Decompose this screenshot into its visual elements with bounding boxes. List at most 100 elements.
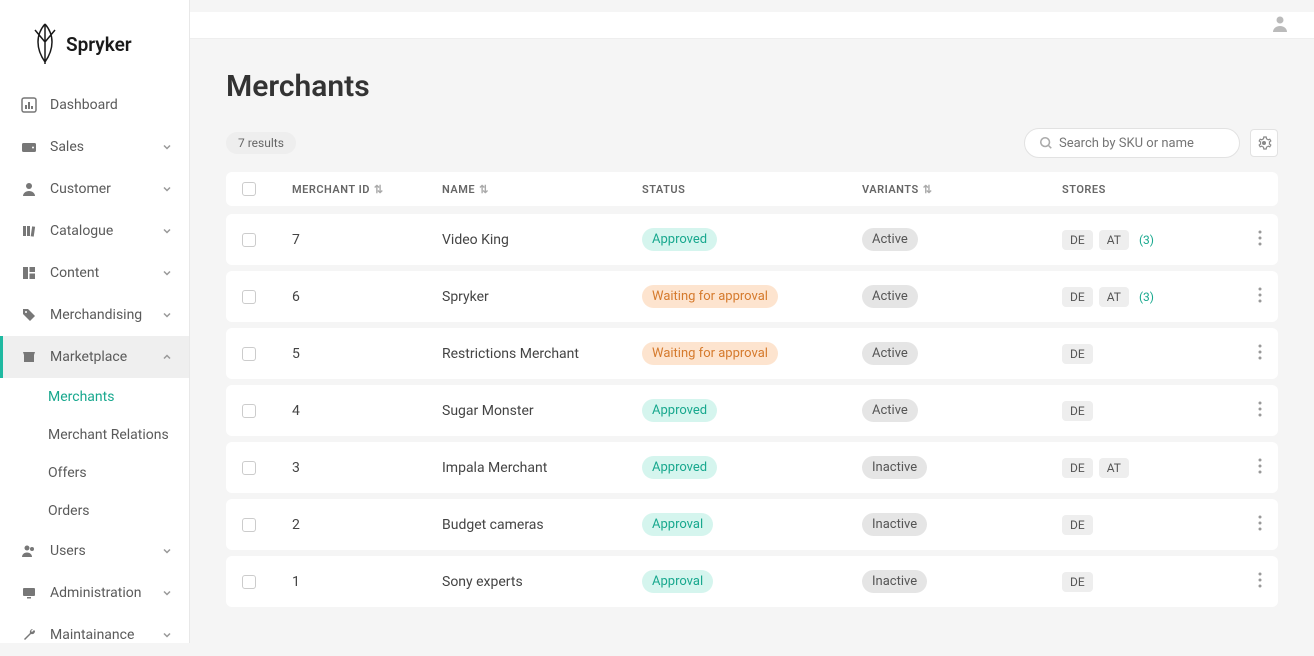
select-all-checkbox[interactable]	[242, 182, 256, 196]
user-icon	[20, 180, 38, 198]
cell-name: Impala Merchant	[442, 460, 642, 476]
row-checkbox[interactable]	[242, 233, 256, 247]
stores-more-link[interactable]: (3)	[1135, 230, 1158, 250]
sidebar-item-content[interactable]: Content	[0, 252, 189, 294]
row-actions-menu[interactable]	[1258, 458, 1262, 478]
dots-vertical-icon	[1258, 515, 1262, 531]
chevron-down-icon	[161, 183, 173, 195]
table-row: 4 Sugar Monster Approved Active DE	[226, 385, 1278, 436]
status-badge: Approval	[642, 513, 713, 536]
variant-badge: Inactive	[862, 570, 927, 593]
cell-name: Restrictions Merchant	[442, 346, 642, 362]
dots-vertical-icon	[1258, 344, 1262, 360]
table-row: 6 Spryker Waiting for approval Active DE…	[226, 271, 1278, 322]
sidebar-item-users[interactable]: Users	[0, 530, 189, 572]
sidebar: Spryker Dashboard Sales Customer Catalog…	[0, 0, 190, 643]
chevron-down-icon	[161, 309, 173, 321]
main-content: Merchants 7 results MERCHANT ID⇅ NAM	[190, 0, 1314, 643]
sidebar-item-label: Maintainance	[50, 627, 161, 643]
column-header-variants[interactable]: VARIANTS⇅	[862, 183, 1062, 196]
sidebar-subitem-orders[interactable]: Orders	[0, 492, 189, 530]
status-badge: Approved	[642, 228, 717, 251]
table-row: 2 Budget cameras Approval Inactive DE	[226, 499, 1278, 550]
sidebar-item-administration[interactable]: Administration	[0, 572, 189, 614]
cell-stores: DEAT	[1062, 458, 1232, 478]
row-actions-menu[interactable]	[1258, 572, 1262, 592]
status-badge: Waiting for approval	[642, 285, 778, 308]
row-checkbox[interactable]	[242, 461, 256, 475]
table-row: 7 Video King Approved Active DE AT (3)	[226, 214, 1278, 265]
search-input[interactable]	[1059, 136, 1225, 151]
row-actions-menu[interactable]	[1258, 344, 1262, 364]
cell-merchant-id: 4	[292, 403, 442, 419]
stores-more-link[interactable]: (3)	[1135, 287, 1158, 307]
sidebar-item-label: Marketplace	[50, 349, 161, 365]
sidebar-item-label: Merchandising	[50, 307, 161, 323]
sidebar-item-label: Customer	[50, 181, 161, 197]
brand-name: Spryker	[66, 33, 132, 56]
column-header-name[interactable]: NAME⇅	[442, 183, 642, 196]
row-checkbox[interactable]	[242, 404, 256, 418]
column-header-status[interactable]: STATUS	[642, 183, 862, 196]
results-count: 7 results	[226, 132, 296, 154]
cell-stores: DE	[1062, 572, 1232, 592]
sidebar-subitem-merchants[interactable]: Merchants	[0, 378, 189, 416]
books-icon	[20, 222, 38, 240]
row-checkbox[interactable]	[242, 290, 256, 304]
sidebar-subitem-offers[interactable]: Offers	[0, 454, 189, 492]
cell-stores: DE	[1062, 515, 1232, 535]
store-chip: DE	[1062, 515, 1093, 535]
variant-badge: Inactive	[862, 513, 927, 536]
sidebar-subitem-merchant-relations[interactable]: Merchant Relations	[0, 416, 189, 454]
row-checkbox[interactable]	[242, 518, 256, 532]
account-icon[interactable]	[1270, 13, 1290, 37]
dots-vertical-icon	[1258, 458, 1262, 474]
search-box[interactable]	[1024, 128, 1240, 158]
row-checkbox[interactable]	[242, 575, 256, 589]
cell-merchant-id: 1	[292, 574, 442, 590]
sidebar-item-label: Catalogue	[50, 223, 161, 239]
sidebar-item-merchandising[interactable]: Merchandising	[0, 294, 189, 336]
cell-name: Sony experts	[442, 574, 642, 590]
store-chip: DE	[1062, 458, 1093, 478]
cell-name: Budget cameras	[442, 517, 642, 533]
column-header-merchant-id[interactable]: MERCHANT ID⇅	[292, 183, 442, 196]
column-header-stores[interactable]: STORES	[1062, 183, 1232, 196]
sidebar-item-catalogue[interactable]: Catalogue	[0, 210, 189, 252]
cell-name: Video King	[442, 232, 642, 248]
chevron-down-icon	[161, 629, 173, 641]
row-actions-menu[interactable]	[1258, 230, 1262, 250]
wrench-icon	[20, 626, 38, 644]
variant-badge: Active	[862, 228, 918, 251]
chevron-down-icon	[161, 225, 173, 237]
status-badge: Waiting for approval	[642, 342, 778, 365]
sidebar-item-sales[interactable]: Sales	[0, 126, 189, 168]
row-actions-menu[interactable]	[1258, 401, 1262, 421]
row-actions-menu[interactable]	[1258, 287, 1262, 307]
cell-stores: DEAT(3)	[1062, 287, 1232, 307]
status-badge: Approved	[642, 399, 717, 422]
row-actions-menu[interactable]	[1258, 515, 1262, 535]
settings-button[interactable]	[1250, 129, 1278, 157]
row-checkbox[interactable]	[242, 347, 256, 361]
table-header: MERCHANT ID⇅ NAME⇅ STATUS VARIANTS⇅ STOR…	[226, 172, 1278, 206]
sidebar-item-customer[interactable]: Customer	[0, 168, 189, 210]
variant-badge: Active	[862, 285, 918, 308]
sidebar-item-marketplace[interactable]: Marketplace	[0, 336, 189, 378]
topbar	[190, 12, 1314, 39]
chart-bar-icon	[20, 96, 38, 114]
wallet-icon	[20, 138, 38, 156]
sidebar-item-dashboard[interactable]: Dashboard	[0, 84, 189, 126]
store-chip: DE	[1062, 344, 1093, 364]
dots-vertical-icon	[1258, 287, 1262, 303]
cell-merchant-id: 7	[292, 232, 442, 248]
dots-vertical-icon	[1258, 572, 1262, 588]
store-chip: AT	[1099, 230, 1129, 250]
sidebar-item-maintainance[interactable]: Maintainance	[0, 614, 189, 656]
chevron-down-icon	[161, 267, 173, 279]
page-title: Merchants	[226, 69, 1278, 104]
store-chip: AT	[1099, 287, 1129, 307]
sidebar-item-label: Dashboard	[50, 97, 173, 113]
sort-icon: ⇅	[923, 183, 933, 196]
store-chip: DE	[1062, 230, 1093, 250]
